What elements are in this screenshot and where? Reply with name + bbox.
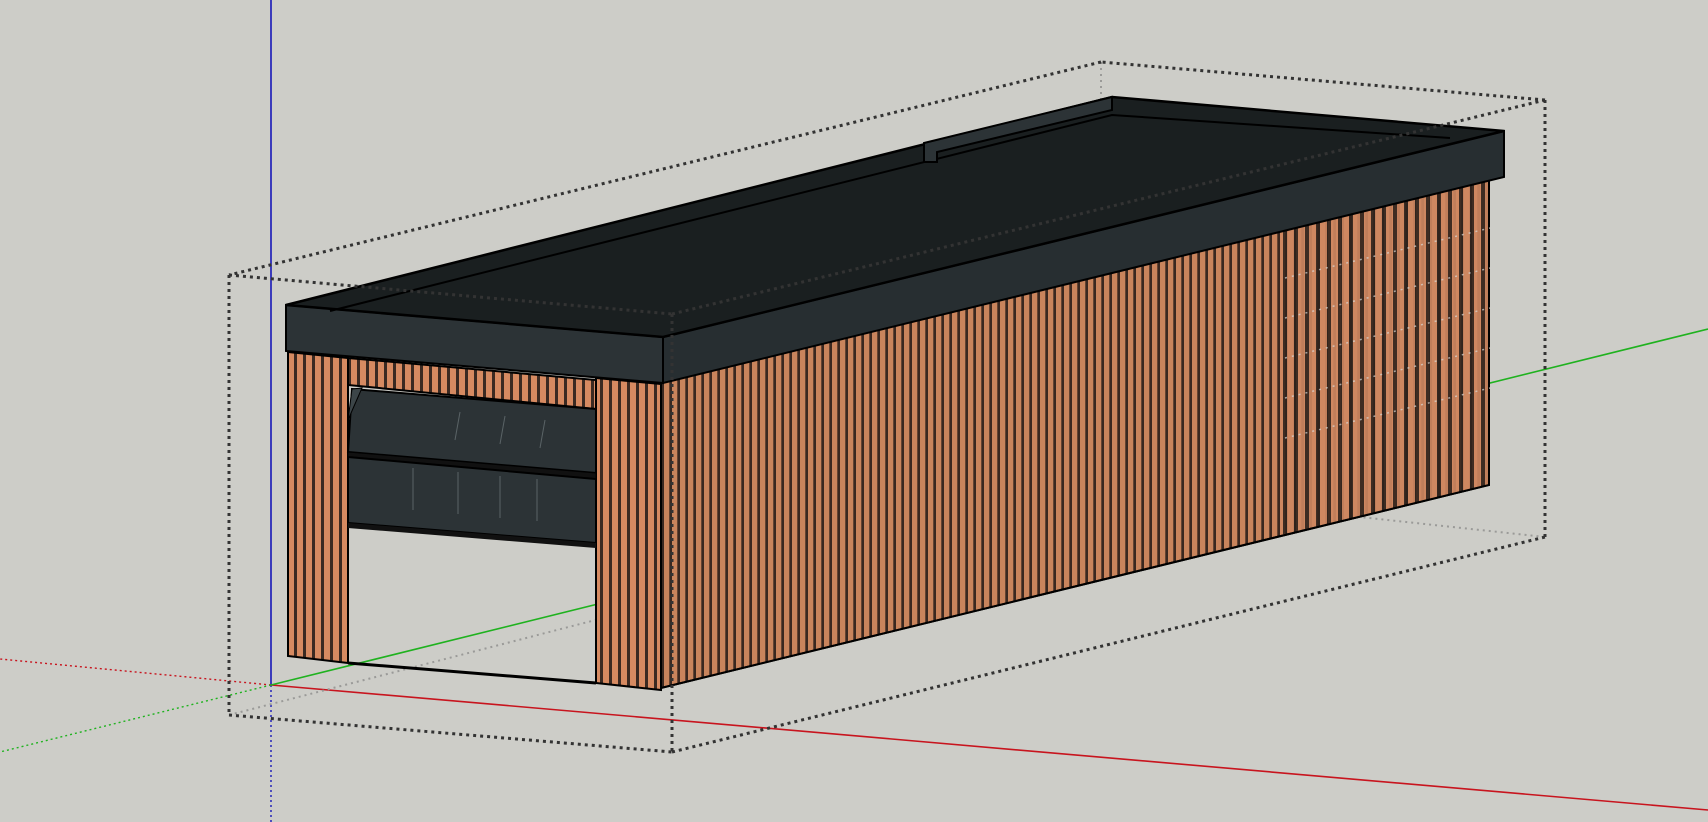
scene-svg[interactable] bbox=[0, 0, 1708, 822]
sketchup-viewport[interactable] bbox=[0, 0, 1708, 822]
front-right-pillar[interactable] bbox=[595, 376, 662, 692]
garage-model[interactable] bbox=[285, 95, 1505, 692]
axis-red-positive bbox=[270, 684, 1708, 811]
front-left-pillar[interactable] bbox=[287, 350, 349, 665]
side-wall-far-section bbox=[1280, 180, 1489, 535]
opening-floor-edge bbox=[347, 661, 597, 685]
